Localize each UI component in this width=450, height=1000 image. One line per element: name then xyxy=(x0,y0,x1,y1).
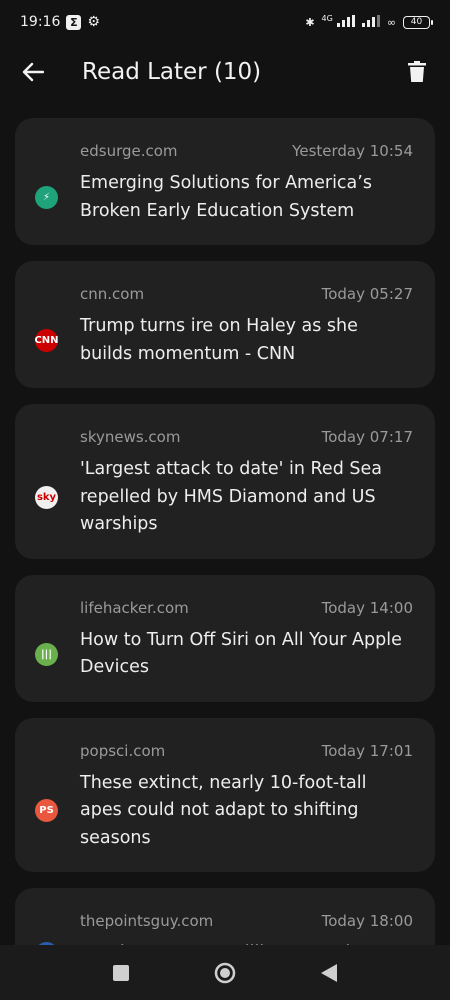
article-meta: edsurge.com Yesterday 10:54 xyxy=(80,142,413,160)
article-card[interactable]: thepointsguy.com Today 18:00 Marriott Bo… xyxy=(15,888,435,945)
signal-icon-2 xyxy=(361,14,380,30)
article-card[interactable]: popsci.com Today 17:01 PS These extinct,… xyxy=(15,717,435,872)
signal-icon-1 xyxy=(336,14,355,30)
article-body: PS These extinct, nearly 10-foot-tall ap… xyxy=(35,770,413,853)
site-favicon-icon: PS xyxy=(35,799,58,823)
article-body: ||| How to Turn Off Siri on All Your App… xyxy=(35,627,413,682)
system-nav-bar xyxy=(0,945,450,1000)
article-time: Yesterday 10:54 xyxy=(292,142,413,160)
network-type: 4G xyxy=(321,13,333,23)
battery-icon: 40 xyxy=(403,15,433,29)
status-left: 19:16 Σ ⚙ xyxy=(20,14,100,30)
article-time: Today 17:01 xyxy=(321,741,413,760)
back-nav-button[interactable] xyxy=(317,961,341,985)
link-icon: ∞ xyxy=(386,15,396,29)
article-domain: cnn.com xyxy=(80,285,145,303)
back-triangle-icon xyxy=(321,963,337,982)
back-arrow-icon xyxy=(22,62,44,82)
battery-level: 40 xyxy=(410,17,423,27)
article-title: Emerging Solutions for America’s Broken … xyxy=(80,173,372,221)
page-title: Read Later (10) xyxy=(82,59,262,85)
article-domain: lifehacker.com xyxy=(80,598,189,617)
article-time: Today 07:17 xyxy=(321,428,413,446)
home-button[interactable] xyxy=(213,961,237,985)
article-meta: cnn.com Today 05:27 xyxy=(80,285,413,303)
site-favicon-icon: CNN xyxy=(34,329,59,352)
status-right: ✱ 4G ∞ 40 xyxy=(305,13,433,30)
article-card[interactable]: lifehacker.com Today 14:00 ||| How to Tu… xyxy=(15,574,435,702)
article-domain: edsurge.com xyxy=(80,142,178,160)
status-time: 19:16 xyxy=(20,14,61,30)
notification-icon: Σ xyxy=(66,14,82,30)
article-domain: popsci.com xyxy=(80,741,166,760)
article-domain: skynews.com xyxy=(80,428,181,446)
article-body: ⚡ Emerging Solutions for America’s Broke… xyxy=(35,170,413,225)
article-meta: popsci.com Today 17:01 xyxy=(80,742,413,760)
article-time: Today 18:00 xyxy=(321,912,413,930)
article-body: sky 'Largest attack to date' in Red Sea … xyxy=(35,456,413,539)
back-button[interactable] xyxy=(18,57,48,87)
article-time: Today 05:27 xyxy=(321,285,413,303)
site-favicon-icon: ⚡ xyxy=(35,186,58,209)
article-title: Trump turns ire on Haley as she builds m… xyxy=(80,316,358,364)
home-circle-icon xyxy=(214,962,236,983)
article-meta: thepointsguy.com Today 18:00 xyxy=(80,912,413,930)
article-domain: thepointsguy.com xyxy=(80,912,214,930)
article-list[interactable]: edsurge.com Yesterday 10:54 ⚡ Emerging S… xyxy=(15,118,435,945)
article-body: CNN Trump turns ire on Haley as she buil… xyxy=(34,313,413,368)
app-bar: Read Later (10) xyxy=(0,44,450,100)
article-time: Today 14:00 xyxy=(321,598,413,617)
recents-button[interactable] xyxy=(109,961,133,985)
bluetooth-icon: ✱ xyxy=(305,15,315,29)
article-title: 'Largest attack to date' in Red Sea repe… xyxy=(80,459,382,534)
delete-all-button[interactable] xyxy=(402,57,432,87)
trash-icon xyxy=(408,61,426,82)
article-title: How to Turn Off Siri on All Your Apple D… xyxy=(80,629,402,678)
recents-square-icon xyxy=(113,964,129,981)
article-card[interactable]: edsurge.com Yesterday 10:54 ⚡ Emerging S… xyxy=(15,118,435,245)
screen: 19:16 Σ ⚙ ✱ 4G ∞ 40 Read Later (10) edsu… xyxy=(0,0,450,1000)
article-card[interactable]: cnn.com Today 05:27 CNN Trump turns ire … xyxy=(15,261,435,388)
settings-gear-icon: ⚙ xyxy=(87,14,100,30)
article-meta: lifehacker.com Today 14:00 xyxy=(80,599,413,617)
article-card[interactable]: skynews.com Today 07:17 sky 'Largest att… xyxy=(15,404,435,559)
article-meta: skynews.com Today 07:17 xyxy=(80,428,413,446)
site-favicon-icon: sky xyxy=(35,485,58,509)
site-favicon-icon: ||| xyxy=(35,642,58,666)
article-title: These extinct, nearly 10-foot-tall apes … xyxy=(80,772,367,848)
status-bar: 19:16 Σ ⚙ ✱ 4G ∞ 40 xyxy=(0,0,450,44)
